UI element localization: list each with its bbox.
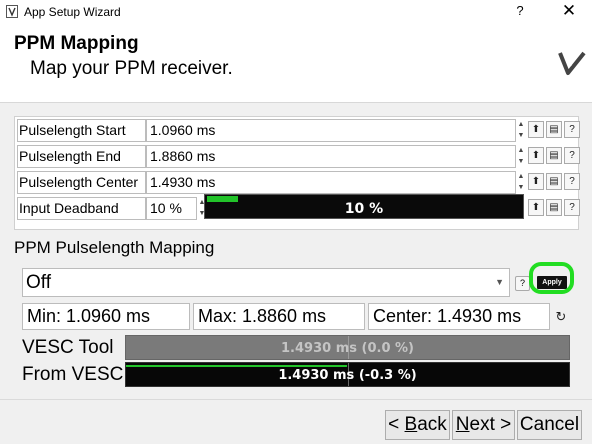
back-prefix: <: [388, 414, 405, 435]
param-label: Pulselength Start: [17, 119, 146, 142]
help-icon[interactable]: ?: [564, 147, 580, 164]
help-icon[interactable]: ?: [564, 199, 580, 216]
center-display: Center: 1.4930 ms: [368, 303, 550, 330]
wizard-header: PPM Mapping Map your PPM receiver.: [0, 24, 592, 103]
paste-icon[interactable]: ▤: [546, 147, 562, 164]
next-rest: ext >: [469, 414, 512, 435]
paste-icon[interactable]: ▤: [546, 121, 562, 138]
upload-icon[interactable]: ⬆: [528, 121, 544, 138]
help-icon[interactable]: ?: [515, 276, 530, 291]
cancel-button[interactable]: Cancel: [517, 410, 582, 440]
upload-icon[interactable]: ⬆: [528, 199, 544, 216]
from-vesc-label: From VESC: [22, 364, 124, 385]
pulselength-end-input[interactable]: 1.8860 ms: [146, 145, 516, 168]
reset-icon[interactable]: ↻: [552, 307, 570, 327]
param-label: Pulselength Center: [17, 171, 146, 194]
back-rest: ack: [417, 414, 447, 435]
deadband-progress-bar: 10 %: [204, 194, 524, 219]
title-bar: App Setup Wizard ? ✕: [0, 0, 592, 24]
param-row-pulselength-center: Pulselength Center 1.4930 ms ▲ ▼ ⬆ ▤ ?: [17, 170, 580, 195]
highlight-circle: [529, 262, 574, 294]
pulselength-start-input[interactable]: 1.0960 ms: [146, 119, 516, 142]
close-button[interactable]: ✕: [556, 1, 582, 21]
param-row-pulselength-start: Pulselength Start 1.0960 ms ▲ ▼ ⬆ ▤ ?: [17, 118, 580, 143]
help-icon[interactable]: ?: [564, 121, 580, 138]
back-button[interactable]: < Back: [385, 410, 450, 440]
page-title: PPM Mapping: [14, 33, 139, 54]
app-logo-icon: [6, 5, 18, 18]
next-mnemonic: N: [455, 414, 470, 435]
page-subtitle: Map your PPM receiver.: [30, 58, 233, 79]
param-label: Pulselength End: [17, 145, 146, 168]
mapping-mode-value: Off: [26, 272, 51, 293]
vesc-tool-label: VESC Tool: [22, 337, 114, 358]
app-setup-wizard-window: App Setup Wizard ? ✕ PPM Mapping Map you…: [0, 0, 592, 444]
from-vesc-value: 1.4930 ms (-0.3 %): [278, 368, 417, 383]
upload-icon[interactable]: ⬆: [528, 147, 544, 164]
paste-icon[interactable]: ▤: [546, 199, 562, 216]
back-mnemonic: B: [404, 414, 418, 435]
vesc-logo-icon: [558, 51, 586, 75]
section-title: PPM Pulselength Mapping: [14, 238, 215, 257]
spinbox-arrows[interactable]: ▲ ▼: [516, 145, 526, 168]
wizard-footer: < Back Next > Cancel: [0, 399, 592, 444]
help-button[interactable]: ?: [510, 3, 530, 21]
vesc-tool-bar: 1.4930 ms (0.0 %): [125, 335, 570, 360]
window-title: App Setup Wizard: [24, 5, 121, 19]
from-vesc-fill: [126, 365, 347, 367]
pulselength-center-input[interactable]: 1.4930 ms: [146, 171, 516, 194]
spinbox-arrows[interactable]: ▲ ▼: [516, 171, 526, 194]
chevron-down-icon: ▼: [495, 277, 504, 287]
help-icon[interactable]: ?: [564, 173, 580, 190]
param-label: Input Deadband: [17, 197, 146, 220]
mapping-mode-select[interactable]: Off ▼: [22, 268, 510, 297]
max-display: Max: 1.8860 ms: [193, 303, 365, 330]
input-deadband-input[interactable]: 10 %: [146, 197, 197, 220]
from-vesc-bar: 1.4930 ms (-0.3 %): [125, 362, 570, 387]
min-display: Min: 1.0960 ms: [22, 303, 190, 330]
paste-icon[interactable]: ▤: [546, 173, 562, 190]
next-button[interactable]: Next >: [452, 410, 515, 440]
upload-icon[interactable]: ⬆: [528, 173, 544, 190]
deadband-percent: 10 %: [344, 201, 384, 217]
spinbox-arrows[interactable]: ▲ ▼: [516, 119, 526, 142]
param-row-pulselength-end: Pulselength End 1.8860 ms ▲ ▼ ⬆ ▤ ?: [17, 144, 580, 169]
vesc-tool-value: 1.4930 ms (0.0 %): [281, 341, 414, 356]
